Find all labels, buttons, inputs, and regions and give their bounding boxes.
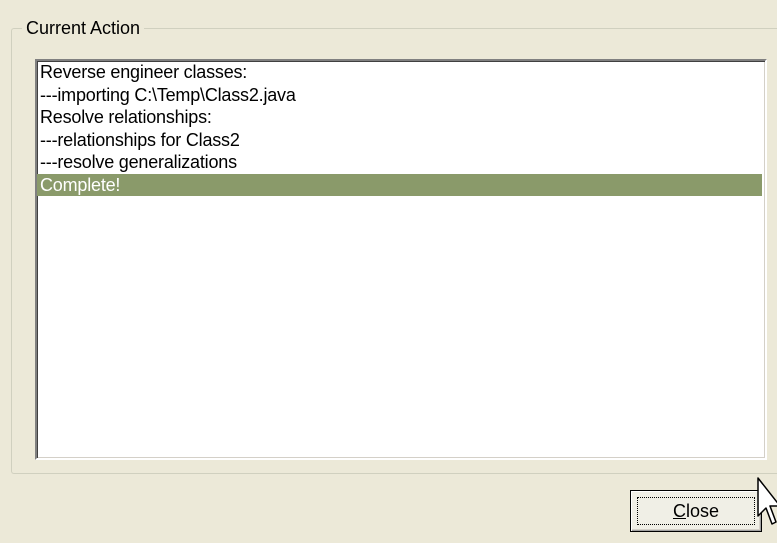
log-line[interactable]: Resolve relationships: <box>37 106 765 129</box>
close-mnemonic: C <box>672 500 686 521</box>
progress-dialog: Current Action Reverse engineer classes:… <box>0 0 777 543</box>
arrow-pointer-icon <box>757 477 777 525</box>
close-label-rest: lose <box>685 500 720 521</box>
close-button[interactable]: Close <box>630 490 762 532</box>
focus-rect: Close <box>637 497 755 525</box>
log-line[interactable]: ---relationships for Class2 <box>37 129 765 152</box>
log-line[interactable]: ---resolve generalizations <box>37 151 765 174</box>
log-line-selected[interactable]: Complete! <box>37 173 762 196</box>
groupbox-title: Current Action <box>22 16 145 40</box>
log-line[interactable]: Reverse engineer classes: <box>37 61 765 84</box>
action-log-list[interactable]: Reverse engineer classes: ---importing C… <box>35 59 767 460</box>
log-line[interactable]: ---importing C:\Temp\Class2.java <box>37 84 765 107</box>
